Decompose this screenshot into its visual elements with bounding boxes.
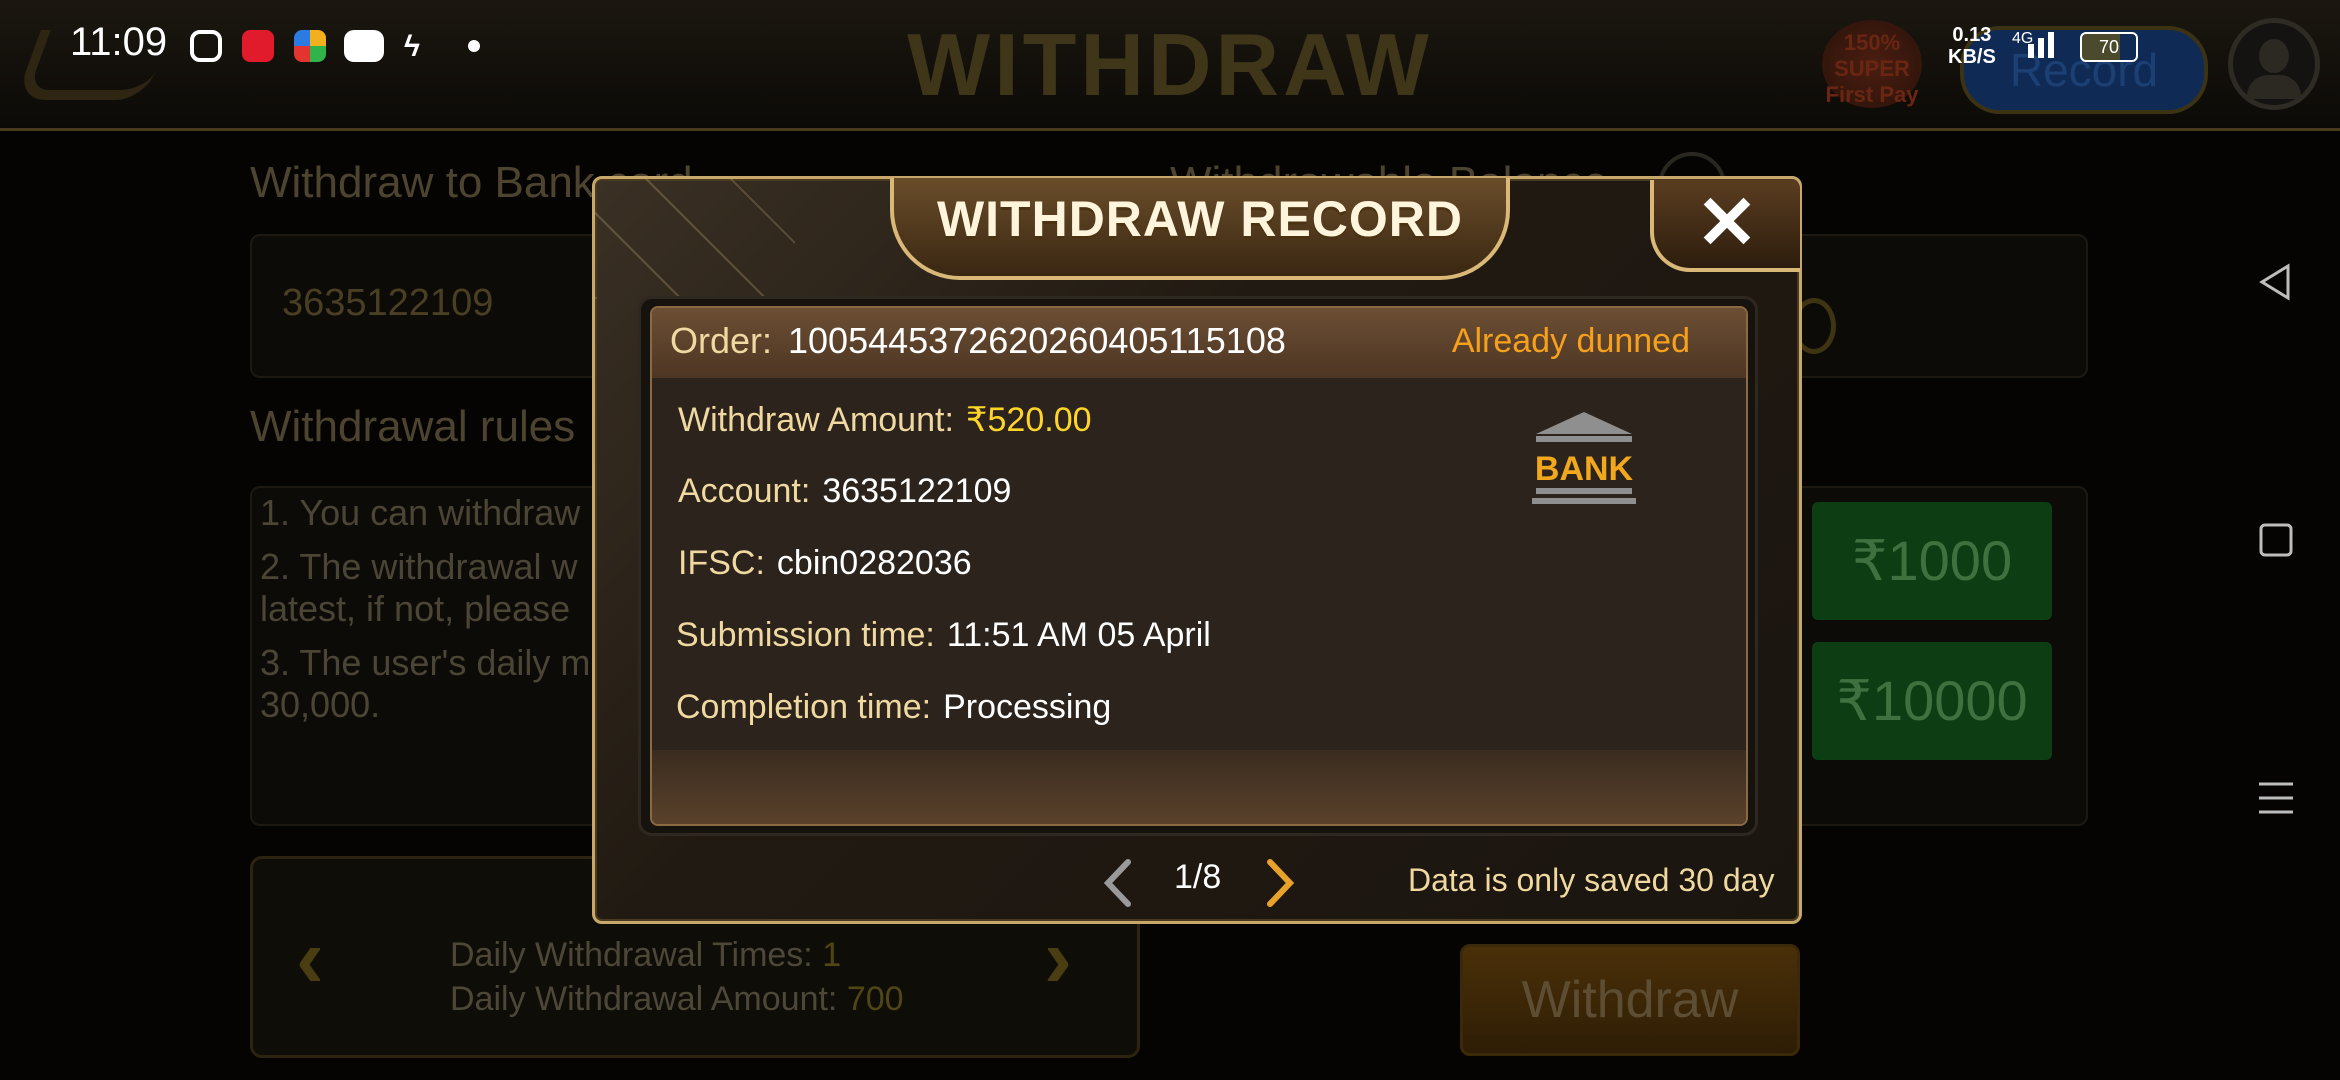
back-nav-icon[interactable] [2256,262,2296,302]
bank-icon-text: BANK [1535,450,1634,488]
withdraw-amount-row: Withdraw Amount: ₹520.00 [678,400,1092,440]
rules-label: Withdrawal rules [250,402,576,451]
modal-decoration [595,179,795,299]
status-badge: Already dunned [1451,322,1690,360]
modal-title: WITHDRAW RECORD [936,191,1464,247]
record-card-header: Order: 1005445372620260405115108 Already… [652,308,1746,378]
chevron-left-icon[interactable]: ‹ [296,910,324,1007]
home-nav-icon[interactable] [2256,520,2296,560]
status-time: 11:09 [70,20,168,64]
withdraw-amount-label: Withdraw Amount: [678,401,954,439]
close-icon: ✕ [1695,181,1758,264]
withdraw-button[interactable]: Withdraw [1460,944,1800,1056]
submission-time-label: Submission time: [676,616,935,654]
order-label: Order: [670,320,773,361]
network-speed-value: 0.13 [1952,24,1992,46]
chevron-right-icon[interactable]: › [1044,910,1072,1007]
daily-amount-label: Daily Withdrawal Amount: [450,980,838,1018]
network-speed-unit: KB/S [1948,46,1996,68]
first-pay-badge[interactable]: 150% SUPER First Pay [1822,20,1922,108]
rule-item: 3. The user's daily m 30,000. [260,642,591,725]
chevron-right-icon[interactable] [1262,858,1298,908]
bank-icon: BANK [1532,412,1636,504]
daily-times: Daily Withdrawal Times: 1 [450,936,841,975]
network-speed: 0.13 KB/S [1948,24,1996,68]
completion-time-row: Completion time: Processing [676,688,1111,727]
notification-dot-icon [468,40,480,52]
vi-icon [242,30,274,62]
signal-bar-icon [2038,38,2044,58]
instagram-icon [190,30,222,62]
rule-item: 1. You can withdraw [260,492,581,533]
account-value: 3635122109 [822,472,1012,510]
record-card: Order: 1005445372620260405115108 Already… [650,306,1748,826]
customer-support-icon[interactable] [2228,18,2320,110]
menu-nav-icon[interactable] [2256,778,2296,818]
daily-times-label: Daily Withdrawal Times: [450,936,813,974]
battery-icon: 70 [2080,32,2138,62]
account-label: Account: [678,472,811,510]
submission-time-value: 11:51 AM 05 April [946,616,1211,654]
submission-time-row: Submission time: 11:51 AM 05 April [676,616,1211,655]
rule-item: 2. The withdrawal w latest, if not, plea… [260,546,578,629]
order-number: 1005445372620260405115108 [788,320,1286,361]
completion-time-value: Processing [943,688,1112,726]
completion-time-label: Completion time: [676,688,932,726]
amount-option-1000[interactable]: ₹1000 [1812,502,2052,620]
ifsc-label: IFSC: [678,544,765,582]
daily-amount: Daily Withdrawal Amount: 700 [450,980,904,1019]
chevron-left-icon[interactable] [1100,858,1136,908]
rules-list: 1. You can withdraw 2. The withdrawal w … [260,492,600,726]
youtube-icon [344,30,384,62]
data-retention-note: Data is only saved 30 day [1408,862,1775,898]
amount-option-10000[interactable]: ₹10000 [1812,642,2052,760]
daily-amount-value: 700 [846,980,904,1018]
ifsc-row: IFSC: cbin0282036 [678,544,972,583]
signal-bar-icon [2048,32,2054,58]
page-indicator: 1/8 [1174,858,1222,896]
record-card-footer [652,750,1746,824]
flash-icon: ϟ [404,30,420,63]
signal-bar-icon [2028,44,2034,58]
withdraw-amount-value: ₹520.00 [965,401,1092,439]
close-button[interactable]: ✕ [1650,180,1800,272]
account-row: Account: 3635122109 [678,472,1011,511]
daily-times-value: 1 [822,936,842,974]
bank-account-number: 3635122109 [282,282,494,324]
ifsc-value: cbin0282036 [776,544,972,582]
app-icon [294,30,326,62]
